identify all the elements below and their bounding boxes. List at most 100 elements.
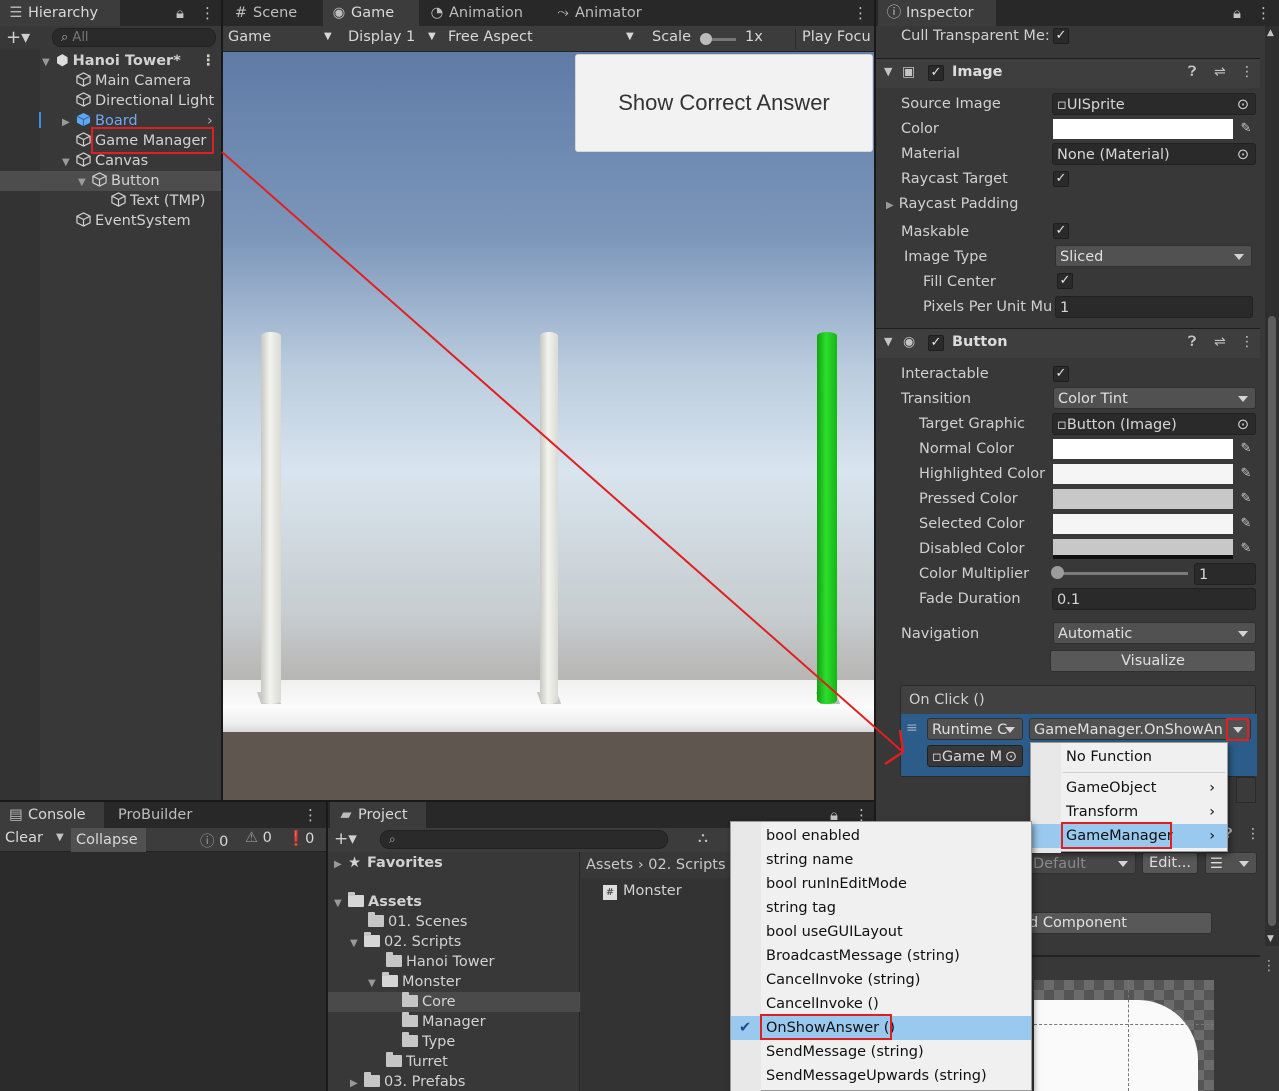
warning-count-toggle[interactable]: ⚠ 0 (245, 830, 272, 846)
color-swatch[interactable] (1053, 119, 1233, 139)
tab-console[interactable]: ▤ Console (0, 802, 104, 828)
object-picker-icon[interactable]: ⊙ (1237, 414, 1249, 434)
image-type-dropdown[interactable]: Sliced (1055, 245, 1252, 267)
clear-options-icon[interactable]: ▼ (56, 832, 64, 843)
file-monster[interactable]: # Monster (581, 881, 682, 901)
submenu-item[interactable]: bool runInEditMode (731, 872, 1031, 896)
image-component-header[interactable]: ▼ ▣ ✓ Image ❓︎ ⇌ ⋮ (876, 58, 1260, 88)
component-menu-icon[interactable]: ⋮ (1246, 826, 1260, 842)
component-menu-icon[interactable]: ⋮ (1240, 64, 1254, 80)
add-icon[interactable]: +▾ (6, 27, 30, 48)
interactable-checkbox[interactable]: ✓ (1053, 366, 1069, 382)
help-icon[interactable]: ❓︎ (1188, 64, 1196, 80)
menu-item-gameobject[interactable]: GameObject › (1031, 776, 1227, 800)
menu-item-transform[interactable]: Transform › (1031, 800, 1227, 824)
scroll-up-icon[interactable]: ▲ (1267, 28, 1274, 38)
show-correct-answer-button[interactable]: Show Correct Answer (575, 54, 873, 152)
clear-button[interactable]: Clear (5, 830, 43, 846)
preset-icon[interactable]: ⇌ (1214, 334, 1226, 350)
submenu-item[interactable]: SendMessageUpwards (string) (731, 1064, 1031, 1088)
folder-scripts[interactable]: ▼ 02. Scripts (328, 932, 461, 952)
normal-color-swatch[interactable] (1053, 439, 1233, 459)
tab-hierarchy[interactable]: ☰ Hierarchy (0, 0, 120, 26)
component-menu-icon[interactable]: ⋮ (1240, 334, 1254, 350)
project-search-input[interactable]: ⌕ (380, 830, 668, 849)
play-focused-dropdown[interactable]: Play Focu (795, 29, 874, 49)
navigation-dropdown[interactable]: Automatic (1053, 622, 1256, 644)
menu-item-gamemanager[interactable]: GameManager › (1031, 824, 1227, 848)
hierarchy-item-game-manager[interactable]: Game Manager (0, 131, 206, 151)
shader-options-dropdown[interactable]: ☰ (1205, 852, 1257, 874)
submenu-item[interactable]: SendMessage (string) (731, 1040, 1031, 1064)
hierarchy-item-eventsystem[interactable]: EventSystem (0, 211, 191, 231)
breadcrumb-scripts[interactable]: 02. Scripts (648, 857, 725, 873)
raycast-padding-foldout[interactable]: ▶ Raycast Padding (886, 192, 1018, 216)
info-count-toggle[interactable]: ⓘ 0 (200, 830, 228, 851)
eyedropper-icon[interactable]: ✎ (1236, 464, 1256, 484)
menu-item-no-function[interactable]: No Function (1031, 745, 1227, 769)
collapse-arrow-icon[interactable]: ▶ (334, 855, 348, 875)
maskable-checkbox[interactable]: ✓ (1053, 223, 1069, 239)
folder-manager[interactable]: Manager (328, 1012, 486, 1032)
pressed-color-swatch[interactable] (1053, 489, 1233, 509)
help-icon[interactable]: ❓︎ (1188, 334, 1196, 350)
tab-animator[interactable]: ⤳ Animator (547, 0, 657, 26)
button-component-header[interactable]: ▼ ◉ ✓ Button ❓︎ ⇌ ⋮ (876, 328, 1260, 358)
chevron-right-icon[interactable]: › (207, 111, 213, 131)
filter-icon[interactable]: ⛬ (698, 830, 708, 846)
shader-dropdown[interactable]: Default (1028, 852, 1136, 874)
hierarchy-menu-icon[interactable]: ⋮ (200, 3, 215, 23)
ppu-input[interactable]: 1 (1055, 296, 1253, 318)
add-remove-strip[interactable] (1236, 777, 1256, 803)
target-graphic-field[interactable]: ▫Button (Image) ⊙ (1052, 413, 1256, 435)
create-icon[interactable]: +▾ (334, 829, 357, 849)
fill-center-checkbox[interactable]: ✓ (1057, 273, 1073, 289)
object-picker-icon[interactable]: ⊙ (1237, 94, 1249, 114)
assets-node[interactable]: ▼ Assets (328, 892, 422, 912)
cull-transparent-checkbox[interactable]: ✓ (1053, 28, 1069, 44)
scroll-down-icon[interactable]: ▼ (1267, 934, 1274, 944)
expand-arrow-icon[interactable]: ▼ (42, 53, 56, 73)
source-image-field[interactable]: ▫UISprite ⊙ (1052, 93, 1256, 115)
object-picker-icon[interactable]: ⊙ (1237, 144, 1249, 164)
viewport-menu-icon[interactable]: ⋮ (853, 3, 868, 23)
material-field[interactable]: None (Material) ⊙ (1052, 143, 1256, 165)
folder-core[interactable]: Core (328, 992, 580, 1012)
selected-color-swatch[interactable] (1053, 514, 1233, 534)
submenu-item[interactable]: bool enabled (731, 824, 1031, 848)
submenu-item[interactable]: CancelInvoke () (731, 992, 1031, 1016)
expand-arrow-icon[interactable]: ▼ (350, 934, 364, 954)
foldout-arrow-icon[interactable]: ▼ (884, 65, 892, 78)
console-log-area[interactable] (0, 852, 326, 1091)
inspector-menu-icon[interactable]: ⋮ (1256, 3, 1271, 23)
raycast-target-checkbox[interactable]: ✓ (1053, 171, 1069, 187)
hierarchy-item-text-tmp[interactable]: Text (TMP) (0, 191, 205, 211)
hierarchy-item-directional-light[interactable]: Directional Light (0, 91, 214, 111)
error-count-toggle[interactable]: ❗0 (287, 830, 314, 847)
display-dropdown[interactable]: Display 1 ▼ (348, 29, 438, 49)
expand-arrow-icon[interactable]: ▼ (334, 894, 348, 914)
collapse-arrow-icon[interactable]: ▶ (62, 113, 76, 133)
folder-turret[interactable]: Turret (328, 1052, 448, 1072)
breadcrumb-assets[interactable]: Assets (586, 857, 633, 873)
submenu-item[interactable]: CancelInvoke (string) (731, 968, 1031, 992)
eyedropper-icon[interactable]: ✎ (1236, 539, 1256, 559)
favorites-node[interactable]: ▶ ★ Favorites (328, 853, 443, 873)
add-component-button[interactable]: d Component (1020, 912, 1212, 934)
target-object-field[interactable]: ▫Game M ⊙ (927, 745, 1023, 767)
preset-icon[interactable]: ⇌ (1214, 64, 1226, 80)
tab-game[interactable]: ◉ Game (323, 0, 419, 26)
console-menu-icon[interactable]: ⋮ (303, 805, 318, 825)
visualize-button[interactable]: Visualize (1050, 650, 1256, 672)
submenu-item[interactable]: string tag (731, 896, 1031, 920)
inspector-scrollbar[interactable]: ▲ ▼ (1265, 26, 1279, 946)
game-render[interactable]: Show Correct Answer (223, 52, 874, 800)
hierarchy-search-input[interactable]: ⌕ All (52, 28, 216, 47)
aspect-dropdown[interactable]: Free Aspect ▼ (448, 29, 638, 49)
expand-arrow-icon[interactable]: ▼ (368, 974, 382, 994)
tab-animation[interactable]: ◔ Animation (421, 0, 545, 26)
tab-project[interactable]: ▰ Project (330, 802, 426, 828)
folder-monster[interactable]: ▼ Monster (328, 972, 461, 992)
eyedropper-icon[interactable]: ✎ (1236, 514, 1256, 534)
expand-arrow-icon[interactable]: ▼ (62, 153, 76, 173)
